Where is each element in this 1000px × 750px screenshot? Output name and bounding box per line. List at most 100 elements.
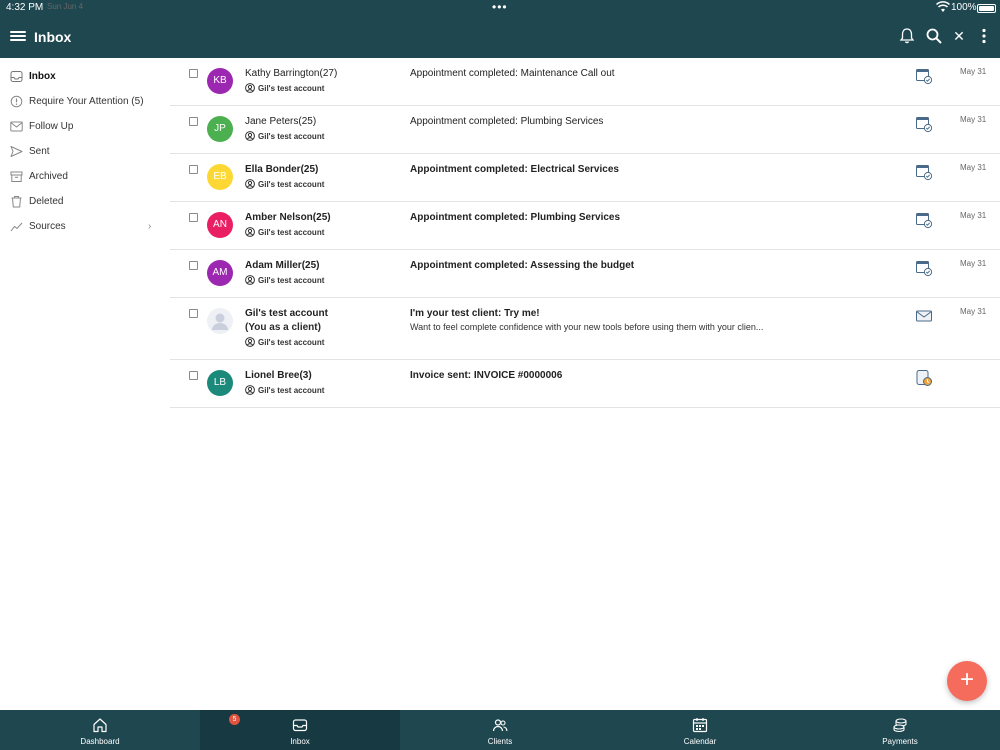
search-icon[interactable] xyxy=(925,27,943,45)
account-label: Gil's test account xyxy=(245,385,324,395)
battery-icon xyxy=(977,4,996,13)
client-name-text: Adam Miller xyxy=(245,260,302,271)
client-name: Jane Peters(25) xyxy=(245,116,316,127)
account-label: Gil's test account xyxy=(245,337,324,347)
person-circle-icon xyxy=(245,337,255,347)
avatar: AN xyxy=(207,212,233,238)
client-name-text: Kathy Barrington xyxy=(245,68,320,79)
inbox-badge: 5 xyxy=(229,714,240,725)
person-circle-icon xyxy=(245,275,255,285)
account-label: Gil's test account xyxy=(245,275,324,285)
sidebar: Inbox Require Your Attention (5) Follow … xyxy=(0,58,170,710)
account-name: Gil's test account xyxy=(258,338,325,347)
account-name: Gil's test account xyxy=(258,180,325,189)
avatar: EB xyxy=(207,164,233,190)
message-row[interactable]: AM Adam Miller(25) Gil's test account Ap… xyxy=(170,250,1000,298)
client-name: Lionel Bree(3) xyxy=(245,370,312,381)
message-date: May 31 xyxy=(960,259,987,268)
sidebar-item-sent[interactable]: Sent xyxy=(0,142,165,164)
tab-label: Payments xyxy=(882,737,918,746)
message-subject: Appointment completed: Electrical Servic… xyxy=(410,164,619,175)
row-checkbox[interactable] xyxy=(189,261,198,270)
sidebar-item-archived[interactable]: Archived xyxy=(0,167,165,189)
avatar: KB xyxy=(207,68,233,94)
message-subject: Appointment completed: Maintenance Call … xyxy=(410,68,615,79)
chart-icon xyxy=(10,222,23,232)
sidebar-item-sources[interactable]: Sources › xyxy=(0,217,165,239)
account-label: Gil's test account xyxy=(245,131,324,141)
person-circle-icon xyxy=(245,131,255,141)
calendar-check-icon xyxy=(916,261,933,277)
bell-icon[interactable] xyxy=(898,27,916,45)
account-name: Gil's test account xyxy=(258,84,325,93)
message-row[interactable]: KB Kathy Barrington(27) Gil's test accou… xyxy=(170,58,1000,106)
message-row[interactable]: JP Jane Peters(25) Gil's test account Ap… xyxy=(170,106,1000,154)
client-name-text: Ella Bonder xyxy=(245,164,301,175)
archive-icon xyxy=(10,171,23,182)
client-name: Adam Miller(25) xyxy=(245,260,319,271)
message-list: KB Kathy Barrington(27) Gil's test accou… xyxy=(170,58,1000,408)
tab-inbox[interactable]: 5 Inbox xyxy=(200,710,400,750)
sidebar-item-label: Sources xyxy=(29,221,66,232)
account-name: Gil's test account xyxy=(258,228,325,237)
sidebar-item-label: Sent xyxy=(29,146,50,157)
tab-calendar[interactable]: Calendar xyxy=(600,710,800,750)
row-checkbox[interactable] xyxy=(189,309,198,318)
payments-icon xyxy=(893,718,907,733)
sidebar-item-deleted[interactable]: Deleted xyxy=(0,192,165,214)
message-row[interactable]: AN Amber Nelson(25) Gil's test account A… xyxy=(170,202,1000,250)
row-checkbox[interactable] xyxy=(189,371,198,380)
account-name: Gil's test account xyxy=(258,132,325,141)
sidebar-item-label: Deleted xyxy=(29,196,64,207)
avatar xyxy=(207,308,233,334)
message-date: May 31 xyxy=(960,67,987,76)
multitask-dots-icon[interactable]: ••• xyxy=(492,0,508,14)
row-checkbox[interactable] xyxy=(189,165,198,174)
avatar: LB xyxy=(207,370,233,396)
row-checkbox[interactable] xyxy=(189,117,198,126)
tab-payments[interactable]: Payments xyxy=(800,710,1000,750)
calendar-check-icon xyxy=(916,69,933,85)
chevron-right-icon: › xyxy=(148,221,152,232)
row-checkbox[interactable] xyxy=(189,213,198,222)
envelope-icon xyxy=(916,310,932,322)
inbox-tab-icon xyxy=(292,719,308,732)
sidebar-item-follow-up[interactable]: Follow Up xyxy=(0,117,165,139)
message-count: (25) xyxy=(312,212,331,223)
add-button[interactable]: + xyxy=(947,661,987,701)
more-vertical-icon[interactable] xyxy=(975,27,993,45)
sidebar-item-require-attention[interactable]: Require Your Attention (5) xyxy=(0,92,165,114)
tab-dashboard[interactable]: Dashboard xyxy=(0,710,200,750)
client-name: Ella Bonder(25) xyxy=(245,164,318,175)
message-subject: Appointment completed: Plumbing Services xyxy=(410,212,621,223)
inbox-icon xyxy=(10,71,23,82)
message-row[interactable]: LB Lionel Bree(3) Gil's test account Inv… xyxy=(170,360,1000,408)
message-row[interactable]: EB Ella Bonder(25) Gil's test account Ap… xyxy=(170,154,1000,202)
tab-clients[interactable]: Clients xyxy=(400,710,600,750)
hamburger-menu-icon[interactable] xyxy=(10,29,26,45)
message-row[interactable]: Gil's test account (You as a client) Gil… xyxy=(170,298,1000,360)
wifi-icon xyxy=(936,1,950,12)
message-count: (3) xyxy=(299,370,312,381)
message-date: May 31 xyxy=(960,163,987,172)
sidebar-item-inbox[interactable]: Inbox xyxy=(0,67,165,89)
app-root: 4:32 PM Sun Jun 4 ••• 100% Inbox ✕ Inbox… xyxy=(0,0,1000,750)
message-count: (25) xyxy=(298,116,317,127)
message-count: (25) xyxy=(301,260,320,271)
client-name-text: Lionel Bree xyxy=(245,370,300,381)
client-name: Amber Nelson(25) xyxy=(245,212,331,223)
message-subject: Invoice sent: INVOICE #0000006 xyxy=(410,370,563,381)
message-subject: I'm your test client: Try me! xyxy=(410,308,540,319)
row-checkbox[interactable] xyxy=(189,69,198,78)
sidebar-item-label: Follow Up xyxy=(29,121,74,132)
account-name: Gil's test account xyxy=(258,386,325,395)
battery-percent: 100% xyxy=(951,2,977,13)
close-icon[interactable]: ✕ xyxy=(950,27,968,45)
account-name: Gil's test account xyxy=(258,276,325,285)
home-icon xyxy=(93,718,107,733)
invoice-clock-icon xyxy=(916,370,932,386)
clients-icon xyxy=(492,719,508,732)
default-person-avatar-icon xyxy=(212,313,228,330)
sidebar-item-label: Inbox xyxy=(29,71,56,82)
message-date: May 31 xyxy=(960,115,987,124)
